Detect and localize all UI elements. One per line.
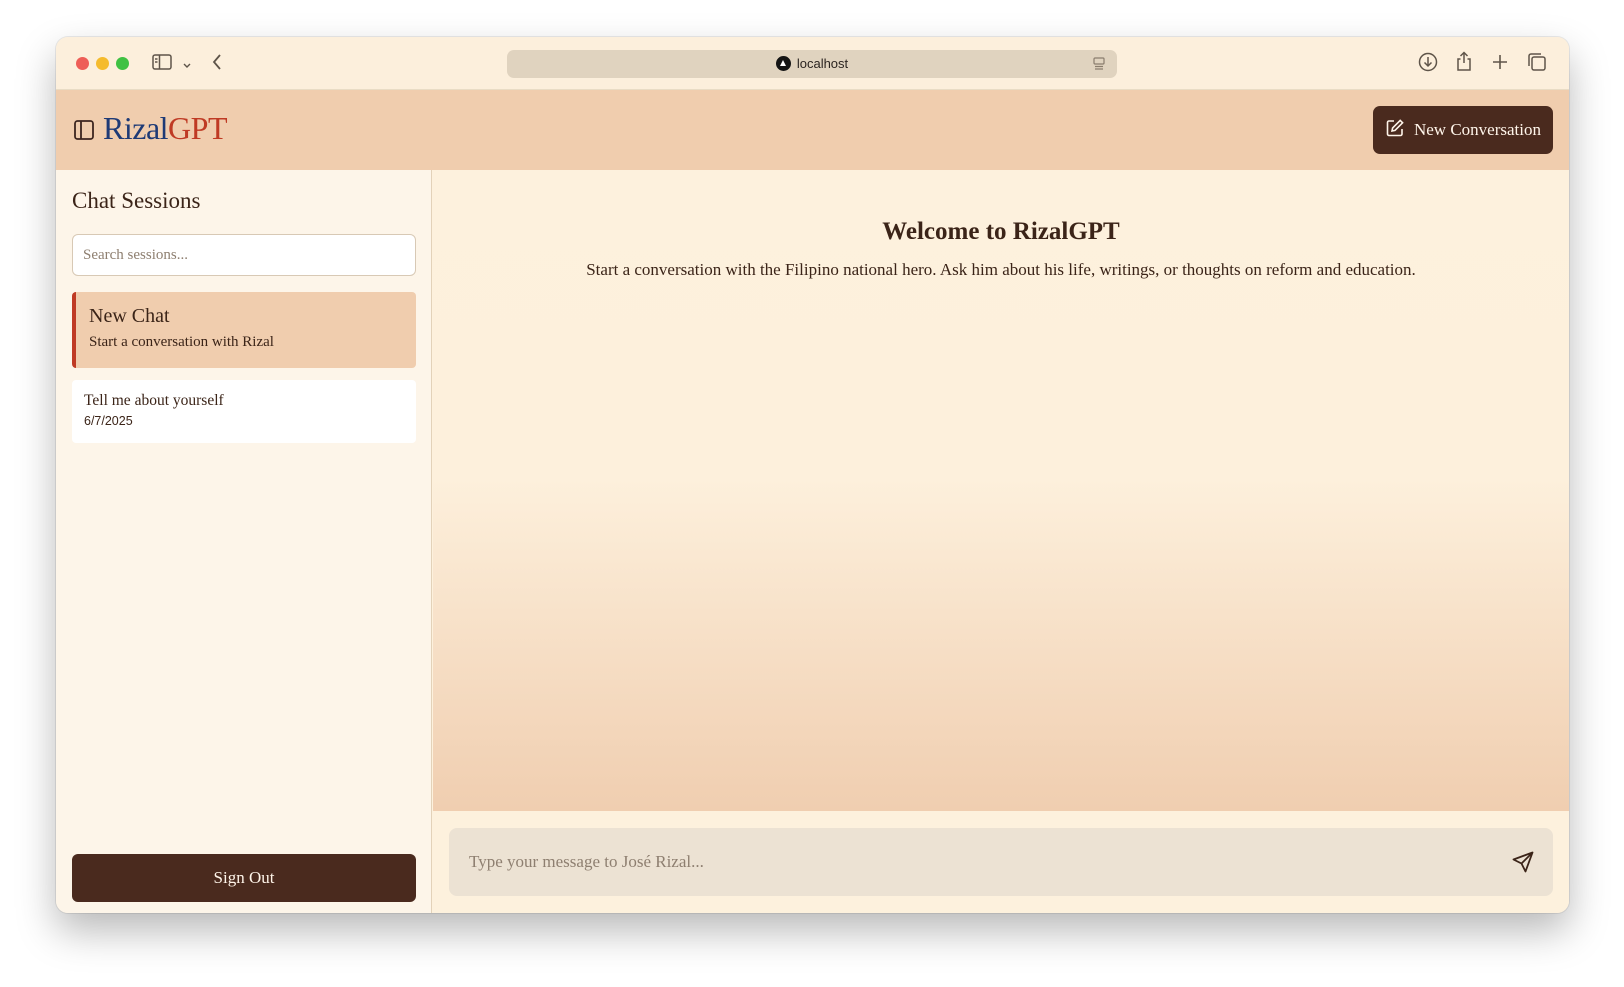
message-input[interactable] [449,828,1489,896]
brand-logo: RizalGPT [103,108,227,148]
session-subtitle: Start a conversation with Rizal [89,334,274,350]
chevron-down-icon[interactable] [182,57,192,75]
share-icon[interactable] [1455,50,1473,77]
new-conversation-label: New Conversation [1413,120,1541,139]
browser-toolbar: localhost [56,37,1569,90]
chat-main: Welcome to RizalGPT Start a conversation… [433,170,1569,913]
sign-out-button[interactable]: Sign Out [72,854,416,902]
message-composer [449,828,1553,896]
browser-window: localhost RizalGPT New Conversation Chat… [56,37,1569,913]
welcome-subtitle: Start a conversation with the Filipino n… [586,260,1416,279]
url-text: localhost [796,56,849,71]
address-bar[interactable]: localhost [507,50,1117,78]
message-area: Welcome to RizalGPT Start a conversation… [433,170,1569,811]
chat-sessions-sidebar: Chat Sessions New Chat Start a conversat… [56,170,432,913]
downloads-icon[interactable] [1418,52,1438,77]
sign-out-label: Sign Out [213,868,275,887]
reader-mode-icon[interactable] [1093,57,1105,74]
sidebar-title: Chat Sessions [72,188,201,213]
sidebar-panel-icon[interactable] [73,119,95,146]
brand-name-gpt: GPT [168,110,227,146]
minimize-window-button[interactable] [96,57,109,70]
brand-name-rizal: Rizal [103,110,169,146]
new-conversation-button[interactable]: New Conversation [1373,106,1553,154]
send-icon[interactable] [1511,850,1535,879]
session-item-tell-me-about-yourself[interactable]: Tell me about yourself 6/7/2025 [72,380,416,443]
session-title: Tell me about yourself [84,392,224,409]
close-window-button[interactable] [76,57,89,70]
session-title: New Chat [89,305,170,327]
site-logo-icon [775,56,791,71]
maximize-window-button[interactable] [116,57,129,70]
back-arrow-icon[interactable] [210,52,224,77]
tab-overview-icon[interactable] [1527,52,1547,77]
app-header: RizalGPT New Conversation [56,90,1569,170]
edit-icon [1385,118,1405,143]
sidebar-toggle-icon[interactable] [152,53,172,76]
new-tab-icon[interactable] [1491,52,1509,77]
session-date: 6/7/2025 [84,414,133,428]
welcome-title: Welcome to RizalGPT [882,218,1120,245]
search-sessions-input[interactable] [72,234,416,276]
session-item-new-chat[interactable]: New Chat Start a conversation with Rizal [72,292,416,368]
